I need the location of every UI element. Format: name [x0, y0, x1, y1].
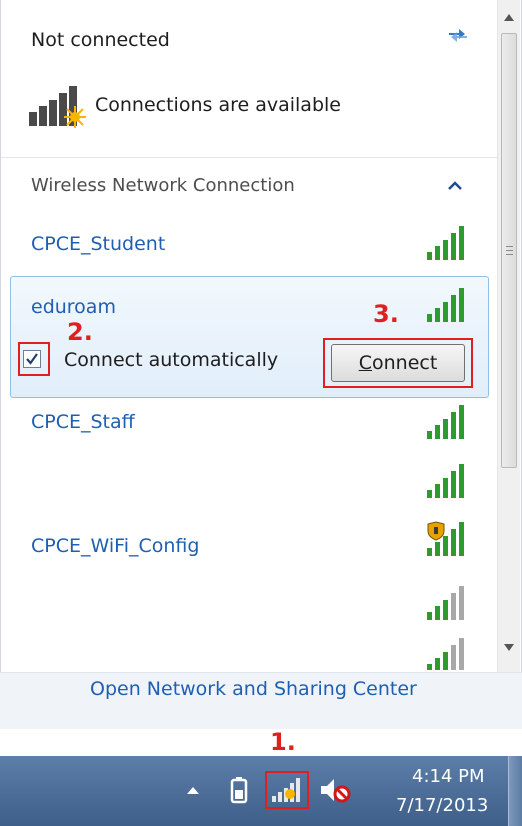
grip-line	[506, 254, 513, 255]
grip-line	[506, 250, 513, 251]
scroll-thumb[interactable]	[501, 33, 517, 468]
availability-text: Connections are available	[95, 94, 341, 116]
connection-status-title: Not connected	[31, 29, 170, 51]
network-item-eduroam[interactable]: eduroam	[31, 296, 116, 318]
step-marker-2: 2.	[67, 318, 93, 346]
connections-available-icon	[29, 86, 86, 128]
signal-strength-icon	[427, 405, 464, 439]
signal-strength-icon	[427, 638, 464, 670]
connect-button-accesskey: C	[358, 352, 372, 374]
connect-button-label: onnect	[371, 352, 438, 374]
grip-line	[506, 246, 513, 247]
battery-icon[interactable]	[230, 776, 248, 804]
network-item-cpce-wifi-config[interactable]: CPCE_WiFi_Config	[31, 535, 199, 557]
network-item-cpce-student[interactable]: CPCE_Student	[31, 233, 165, 255]
checkmark-icon	[26, 353, 38, 365]
secured-signal-icon	[427, 521, 464, 556]
chevron-up-icon[interactable]	[448, 180, 462, 190]
signal-strength-icon	[427, 226, 464, 260]
connect-automatically-label[interactable]: Connect automatically	[64, 349, 278, 371]
scroll-down-icon[interactable]	[504, 644, 514, 652]
divider	[1, 157, 497, 158]
clock-time[interactable]: 4:14 PM	[412, 766, 485, 787]
connect-automatically-checkbox[interactable]	[23, 350, 41, 368]
show-hidden-icons-icon[interactable]	[186, 784, 200, 796]
clock-date[interactable]: 7/17/2013	[396, 795, 488, 816]
step-marker-3: 3.	[373, 300, 399, 328]
section-header-wireless: Wireless Network Connection	[31, 175, 295, 196]
network-tray-icon[interactable]	[270, 776, 304, 804]
scroll-up-icon[interactable]	[504, 13, 514, 21]
step-marker-1: 1.	[270, 728, 296, 756]
refresh-icon[interactable]	[445, 24, 471, 46]
signal-strength-icon	[427, 586, 464, 620]
network-item-cpce-staff[interactable]: CPCE_Staff	[31, 411, 135, 433]
network-flyout: Not connected Connections are available …	[0, 0, 522, 728]
connect-button[interactable]: Connect	[331, 344, 465, 382]
signal-strength-icon	[427, 464, 464, 498]
open-network-sharing-center-link[interactable]: Open Network and Sharing Center	[90, 678, 417, 700]
signal-strength-icon	[427, 288, 464, 322]
network-list-scrollbar[interactable]	[497, 0, 520, 672]
volume-muted-icon[interactable]	[318, 776, 352, 804]
show-desktop-button[interactable]	[508, 756, 522, 826]
